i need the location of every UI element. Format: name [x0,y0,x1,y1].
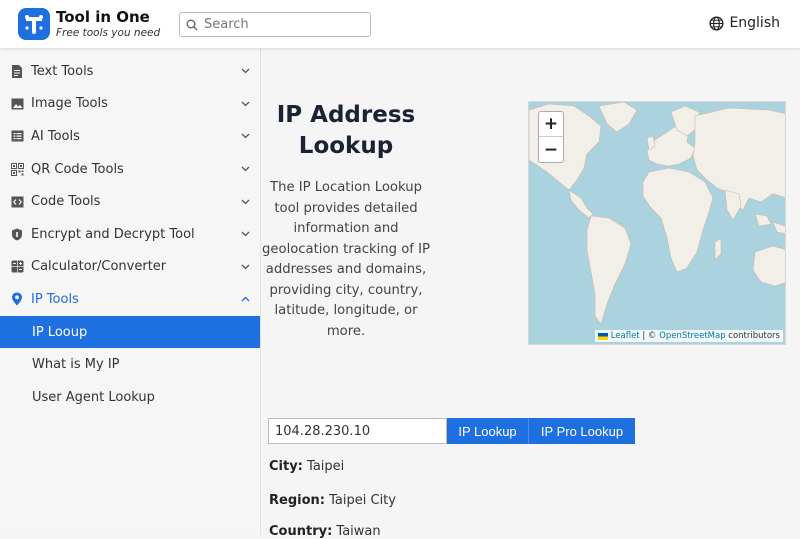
document-icon [10,64,24,78]
ip-pro-lookup-button[interactable]: IP Pro Lookup [529,418,635,444]
sidebar-item-label: IP Tools [31,291,79,307]
sidebar: Text Tools Image Tools AI Tools QR Code … [0,48,261,535]
map-attribution: Leaflet | © OpenStreetMap contributors [594,330,783,342]
chevron-down-icon [241,134,250,139]
chevron-down-icon [241,166,250,172]
result-label: Region: [269,493,325,508]
location-pin-icon [10,292,24,306]
result-label: City: [269,459,303,474]
sidebar-item-label: Calculator/Converter [31,259,167,275]
sidebar-item-code-tools[interactable]: Code Tools [0,185,260,218]
sidebar-subitem-user-agent-lookup[interactable]: User Agent Lookup [0,381,260,414]
search-icon [186,19,198,30]
sidebar-item-label: AI Tools [31,128,80,144]
leaflet-link[interactable]: Leaflet [611,331,640,341]
ip-address-input[interactable] [268,418,447,444]
sidebar-subitem-ip-lookup[interactable]: IP Loouр [0,315,260,349]
result-city: City: Taipei [269,459,344,474]
language-selector[interactable]: English [709,15,780,31]
language-label: English [729,15,780,31]
page-title: IP Address Lookup [276,102,416,159]
result-value: Taiwan [336,524,381,539]
result-value: Taipei City [329,493,396,508]
sidebar-item-label: Encrypt and Decrypt Tool [31,226,195,242]
sidebar-item-qr-code-tools[interactable]: QR Code Tools [0,153,260,186]
sidebar-item-label: Text Tools [31,63,94,79]
chevron-up-icon [241,297,250,302]
logo-icon[interactable] [18,8,50,40]
calculator-icon [10,260,24,274]
result-region: Region: Taipei City [269,493,396,508]
sidebar-item-label: Image Tools [31,96,108,112]
globe-icon [709,15,724,31]
result-country: Country: Taiwan [269,524,381,539]
search-box[interactable] [179,12,371,37]
header: Tool in One Free tools you need English [0,0,800,48]
brand-tagline: Free tools you need [56,27,161,39]
list-icon [10,129,24,143]
code-icon [10,195,24,209]
map-zoom-controls: + − [538,111,564,163]
search-input[interactable] [204,17,364,32]
world-map-tiles[interactable] [529,102,786,345]
chevron-down-icon [241,264,250,270]
sidebar-item-image-tools[interactable]: Image Tools [0,88,260,121]
ukraine-flag-icon [597,332,608,340]
sidebar-item-calculator-converter[interactable]: Calculator/Converter [0,251,260,284]
page-description: The IP Location Lookup tool provides det… [262,180,430,339]
chevron-down-icon [241,68,250,74]
sidebar-subitem-what-is-my-ip[interactable]: What is My IP [0,348,260,381]
attribution-suffix: contributors [725,331,780,341]
image-icon [10,97,24,111]
result-value: Taipei [307,459,345,474]
chevron-down-icon [241,231,250,237]
ip-lookup-button[interactable]: IP Lookup [447,418,529,444]
attribution-separator: | © [639,331,660,341]
zoom-in-button[interactable]: + [539,112,563,137]
sidebar-item-label: Code Tools [31,194,101,210]
sidebar-item-text-tools[interactable]: Text Tools [0,55,260,88]
brand-name[interactable]: Tool in One [56,8,150,26]
chevron-down-icon [241,101,250,107]
openstreetmap-link[interactable]: OpenStreetMap [659,331,725,341]
shield-icon [10,227,24,241]
sidebar-item-ai-tools[interactable]: AI Tools [0,120,260,153]
zoom-out-button[interactable]: − [539,137,563,162]
result-label: Country: [269,524,333,539]
qr-icon [10,162,24,176]
chevron-down-icon [241,199,250,205]
sidebar-item-ip-tools[interactable]: IP Tools [0,283,260,316]
sidebar-item-label: QR Code Tools [31,161,124,177]
sidebar-item-encrypt-decrypt[interactable]: Encrypt and Decrypt Tool [0,218,260,251]
map-view[interactable]: + − Leaflet | © OpenStreetMap contributo… [528,101,786,345]
